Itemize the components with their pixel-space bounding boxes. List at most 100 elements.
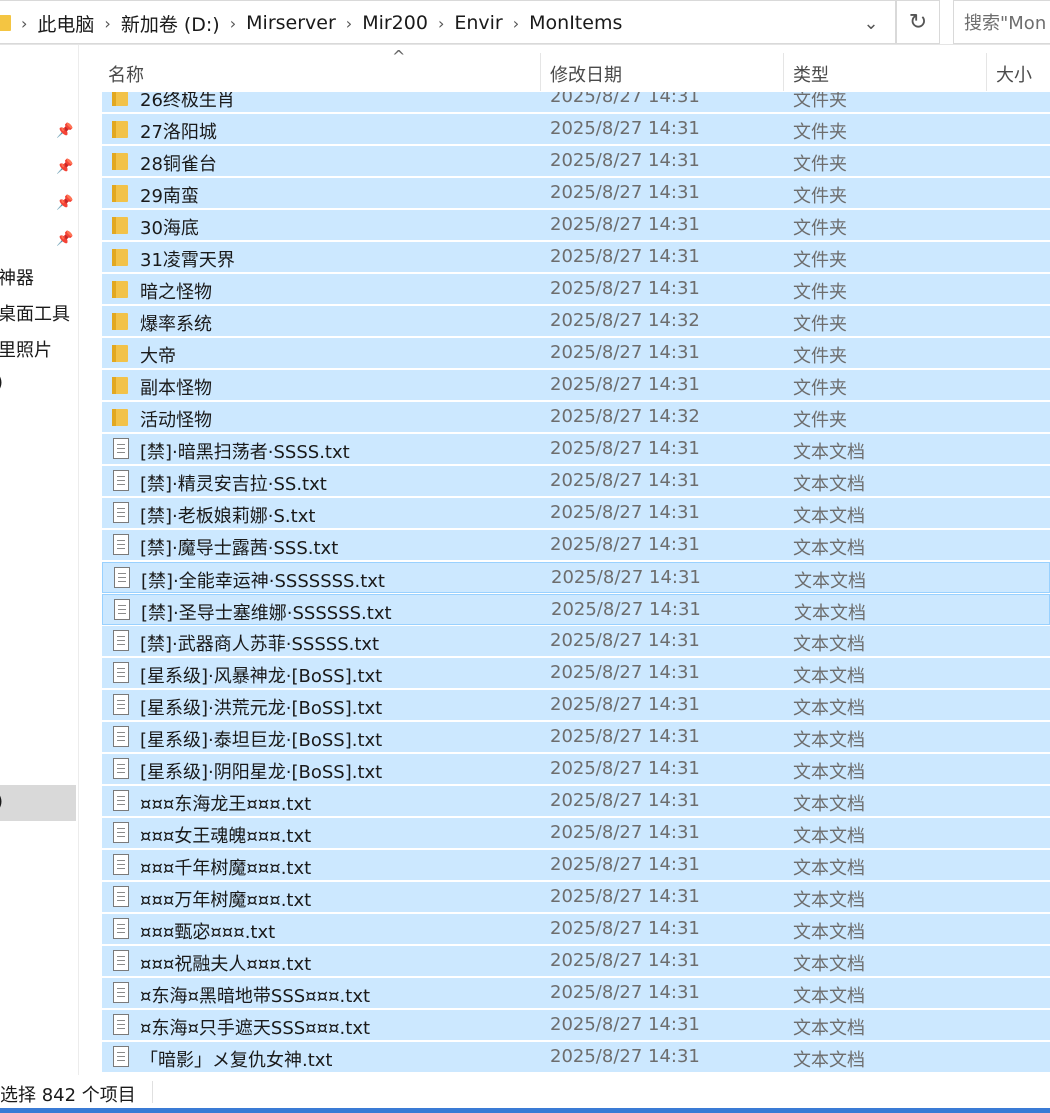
file-name: [禁]·圣导士塞维娜·SSSSSS.txt <box>141 603 392 624</box>
file-date: 2025/8/27 14:31 <box>550 438 700 459</box>
file-row[interactable]: 暗之怪物 2025/8/27 14:31 文件夹 <box>102 274 1050 305</box>
file-row[interactable]: [星系级]·洪荒元龙·[BoSS].txt 2025/8/27 14:31 文本文档 <box>102 690 1050 721</box>
file-type: 文本文档 <box>793 890 865 911</box>
file-type: 文件夹 <box>793 314 847 335</box>
file-date: 2025/8/27 14:31 <box>550 118 700 139</box>
status-selection-count: 选择 842 个项目 <box>0 1085 136 1106</box>
file-date: 2025/8/27 14:31 <box>551 599 701 620</box>
file-row[interactable]: [禁]·暗黑扫荡者·SSSS.txt 2025/8/27 14:31 文本文档 <box>102 434 1050 465</box>
breadcrumb-item-mirserver[interactable]: Mirserver <box>240 12 342 34</box>
file-date: 2025/8/27 14:31 <box>550 982 700 1003</box>
file-row[interactable]: 26终极生肖 2025/8/27 14:31 文件夹 <box>102 92 1050 113</box>
file-row[interactable]: 29南蛮 2025/8/27 14:31 文件夹 <box>102 178 1050 209</box>
column-name[interactable]: 名称 <box>108 61 144 87</box>
pin-icon[interactable]: 📌 <box>56 123 73 139</box>
file-row[interactable]: ¤¤¤东海龙王¤¤¤.txt 2025/8/27 14:31 文本文档 <box>102 786 1050 817</box>
file-name: 26终极生肖 <box>140 92 235 111</box>
search-input[interactable]: 搜索"Mon <box>953 0 1050 44</box>
refresh-icon[interactable]: ↻ <box>896 0 940 44</box>
file-row[interactable]: 活动怪物 2025/8/27 14:32 文件夹 <box>102 402 1050 433</box>
file-row[interactable]: ¤¤¤万年树魔¤¤¤.txt 2025/8/27 14:31 文本文档 <box>102 882 1050 913</box>
file-date: 2025/8/27 14:31 <box>550 1046 700 1067</box>
file-row[interactable]: [禁]·武器商人苏菲·SSSSS.txt 2025/8/27 14:31 文本文档 <box>102 626 1050 657</box>
file-list[interactable]: 26终极生肖 2025/8/27 14:31 文件夹 27洛阳城 2025/8/27 1… <box>102 92 1050 1074</box>
file-row[interactable]: [禁]·圣导士塞维娜·SSSSSS.txt 2025/8/27 14:31 文本文档 <box>102 594 1050 625</box>
file-row[interactable]: 「暗影」メ复仇女神.txt 2025/8/27 14:31 文本文档 <box>102 1042 1050 1073</box>
column-size[interactable]: 大小 <box>996 61 1032 87</box>
file-row[interactable]: [星系级]·阴阳星龙·[BoSS].txt 2025/8/27 14:31 文本文档 <box>102 754 1050 785</box>
nav-item[interactable]: 桌面工具 <box>0 300 70 326</box>
breadcrumb-item-mir200[interactable]: Mir200 <box>356 12 434 34</box>
breadcrumb-item-this-pc[interactable]: 此电脑 <box>31 10 100 37</box>
file-name: 大帝 <box>140 346 176 367</box>
file-row[interactable]: ¤东海¤只手遮天SSS¤¤¤.txt 2025/8/27 14:31 文本文档 <box>102 1010 1050 1041</box>
file-date: 2025/8/27 14:31 <box>550 662 700 683</box>
chevron-down-icon[interactable]: ⌄ <box>853 1 889 45</box>
breadcrumb-item-drive-d[interactable]: 新加卷 (D:) <box>115 10 226 37</box>
file-type: 文件夹 <box>793 122 847 143</box>
file-type: 文本文档 <box>793 826 865 847</box>
chevron-right-icon[interactable]: › <box>434 14 448 33</box>
chevron-right-icon[interactable]: › <box>342 14 356 33</box>
column-type[interactable]: 类型 <box>793 61 829 87</box>
column-date[interactable]: 修改日期 <box>550 61 622 87</box>
column-divider[interactable] <box>986 53 987 91</box>
column-divider[interactable] <box>540 53 541 91</box>
file-name: 活动怪物 <box>140 410 212 431</box>
file-row[interactable]: ¤¤¤祝融夫人¤¤¤.txt 2025/8/27 14:31 文本文档 <box>102 946 1050 977</box>
file-type: 文件夹 <box>793 250 847 271</box>
file-row[interactable]: [禁]·全能幸运神·SSSSSSS.txt 2025/8/27 14:31 文本文档 <box>102 562 1050 593</box>
chevron-right-icon[interactable]: › <box>17 14 31 33</box>
file-date: 2025/8/27 14:31 <box>550 246 700 267</box>
file-row[interactable]: 27洛阳城 2025/8/27 14:31 文件夹 <box>102 114 1050 145</box>
text-document-icon <box>114 567 130 588</box>
file-row[interactable]: ¤¤¤女王魂魄¤¤¤.txt 2025/8/27 14:31 文本文档 <box>102 818 1050 849</box>
file-name: 27洛阳城 <box>140 122 217 143</box>
pin-icon[interactable]: 📌 <box>56 159 73 175</box>
chevron-right-icon[interactable]: › <box>100 14 114 33</box>
nav-item[interactable]: 里照片 <box>0 336 52 362</box>
text-document-icon <box>113 694 129 715</box>
file-row[interactable]: ¤¤¤千年树魔¤¤¤.txt 2025/8/27 14:31 文本文档 <box>102 850 1050 881</box>
file-name: ¤¤¤东海龙王¤¤¤.txt <box>140 794 312 815</box>
chevron-right-icon[interactable]: › <box>509 14 523 33</box>
file-row[interactable]: 大帝 2025/8/27 14:31 文件夹 <box>102 338 1050 369</box>
file-type: 文本文档 <box>793 698 865 719</box>
nav-item-selected[interactable]: ) <box>0 785 76 821</box>
text-document-icon <box>114 599 130 620</box>
pin-icon[interactable]: 📌 <box>56 195 73 211</box>
file-type: 文本文档 <box>793 762 865 783</box>
address-bar[interactable]: › 此电脑 › 新加卷 (D:) › Mirserver › Mir200 › … <box>0 0 896 44</box>
file-row[interactable]: [禁]·魔导士露茜·SSS.txt 2025/8/27 14:31 文本文档 <box>102 530 1050 561</box>
breadcrumb: › 此电脑 › 新加卷 (D:) › Mirserver › Mir200 › … <box>0 1 628 45</box>
file-row[interactable]: 31凌霄天界 2025/8/27 14:31 文件夹 <box>102 242 1050 273</box>
file-row[interactable]: 爆率系统 2025/8/27 14:32 文件夹 <box>102 306 1050 337</box>
file-name: 暗之怪物 <box>140 282 212 303</box>
file-date: 2025/8/27 14:31 <box>550 854 700 875</box>
file-type: 文件夹 <box>793 410 847 431</box>
file-date: 2025/8/27 14:31 <box>550 182 700 203</box>
file-row[interactable]: 28铜雀台 2025/8/27 14:31 文件夹 <box>102 146 1050 177</box>
pin-icon[interactable]: 📌 <box>56 231 73 247</box>
breadcrumb-item-envir[interactable]: Envir <box>448 12 508 34</box>
file-row[interactable]: [禁]·老板娘莉娜·S.txt 2025/8/27 14:31 文本文档 <box>102 498 1050 529</box>
breadcrumb-item-monitems[interactable]: MonItems <box>523 12 628 34</box>
nav-item[interactable]: 神器 <box>0 264 34 290</box>
folder-icon <box>112 249 128 266</box>
file-row[interactable]: 副本怪物 2025/8/27 14:31 文件夹 <box>102 370 1050 401</box>
nav-item[interactable]: ) <box>0 372 3 393</box>
file-date: 2025/8/27 14:31 <box>550 950 700 971</box>
file-row[interactable]: [星系级]·风暴神龙·[BoSS].txt 2025/8/27 14:31 文本文档 <box>102 658 1050 689</box>
file-name: [禁]·魔导士露茜·SSS.txt <box>140 538 339 559</box>
file-row[interactable]: [星系级]·泰坦巨龙·[BoSS].txt 2025/8/27 14:31 文本文档 <box>102 722 1050 753</box>
file-row[interactable]: [禁]·精灵安吉拉·SS.txt 2025/8/27 14:31 文本文档 <box>102 466 1050 497</box>
file-row[interactable]: ¤东海¤黑暗地带SSS¤¤¤.txt 2025/8/27 14:31 文本文档 <box>102 978 1050 1009</box>
file-row[interactable]: 30海底 2025/8/27 14:31 文件夹 <box>102 210 1050 241</box>
file-row[interactable]: ¤¤¤甄宓¤¤¤.txt 2025/8/27 14:31 文本文档 <box>102 914 1050 945</box>
folder-icon <box>0 15 11 31</box>
chevron-right-icon[interactable]: › <box>226 14 240 33</box>
folder-icon <box>112 217 128 234</box>
file-name: ¤¤¤女王魂魄¤¤¤.txt <box>140 826 312 847</box>
text-document-icon <box>113 854 129 875</box>
column-divider[interactable] <box>783 53 784 91</box>
